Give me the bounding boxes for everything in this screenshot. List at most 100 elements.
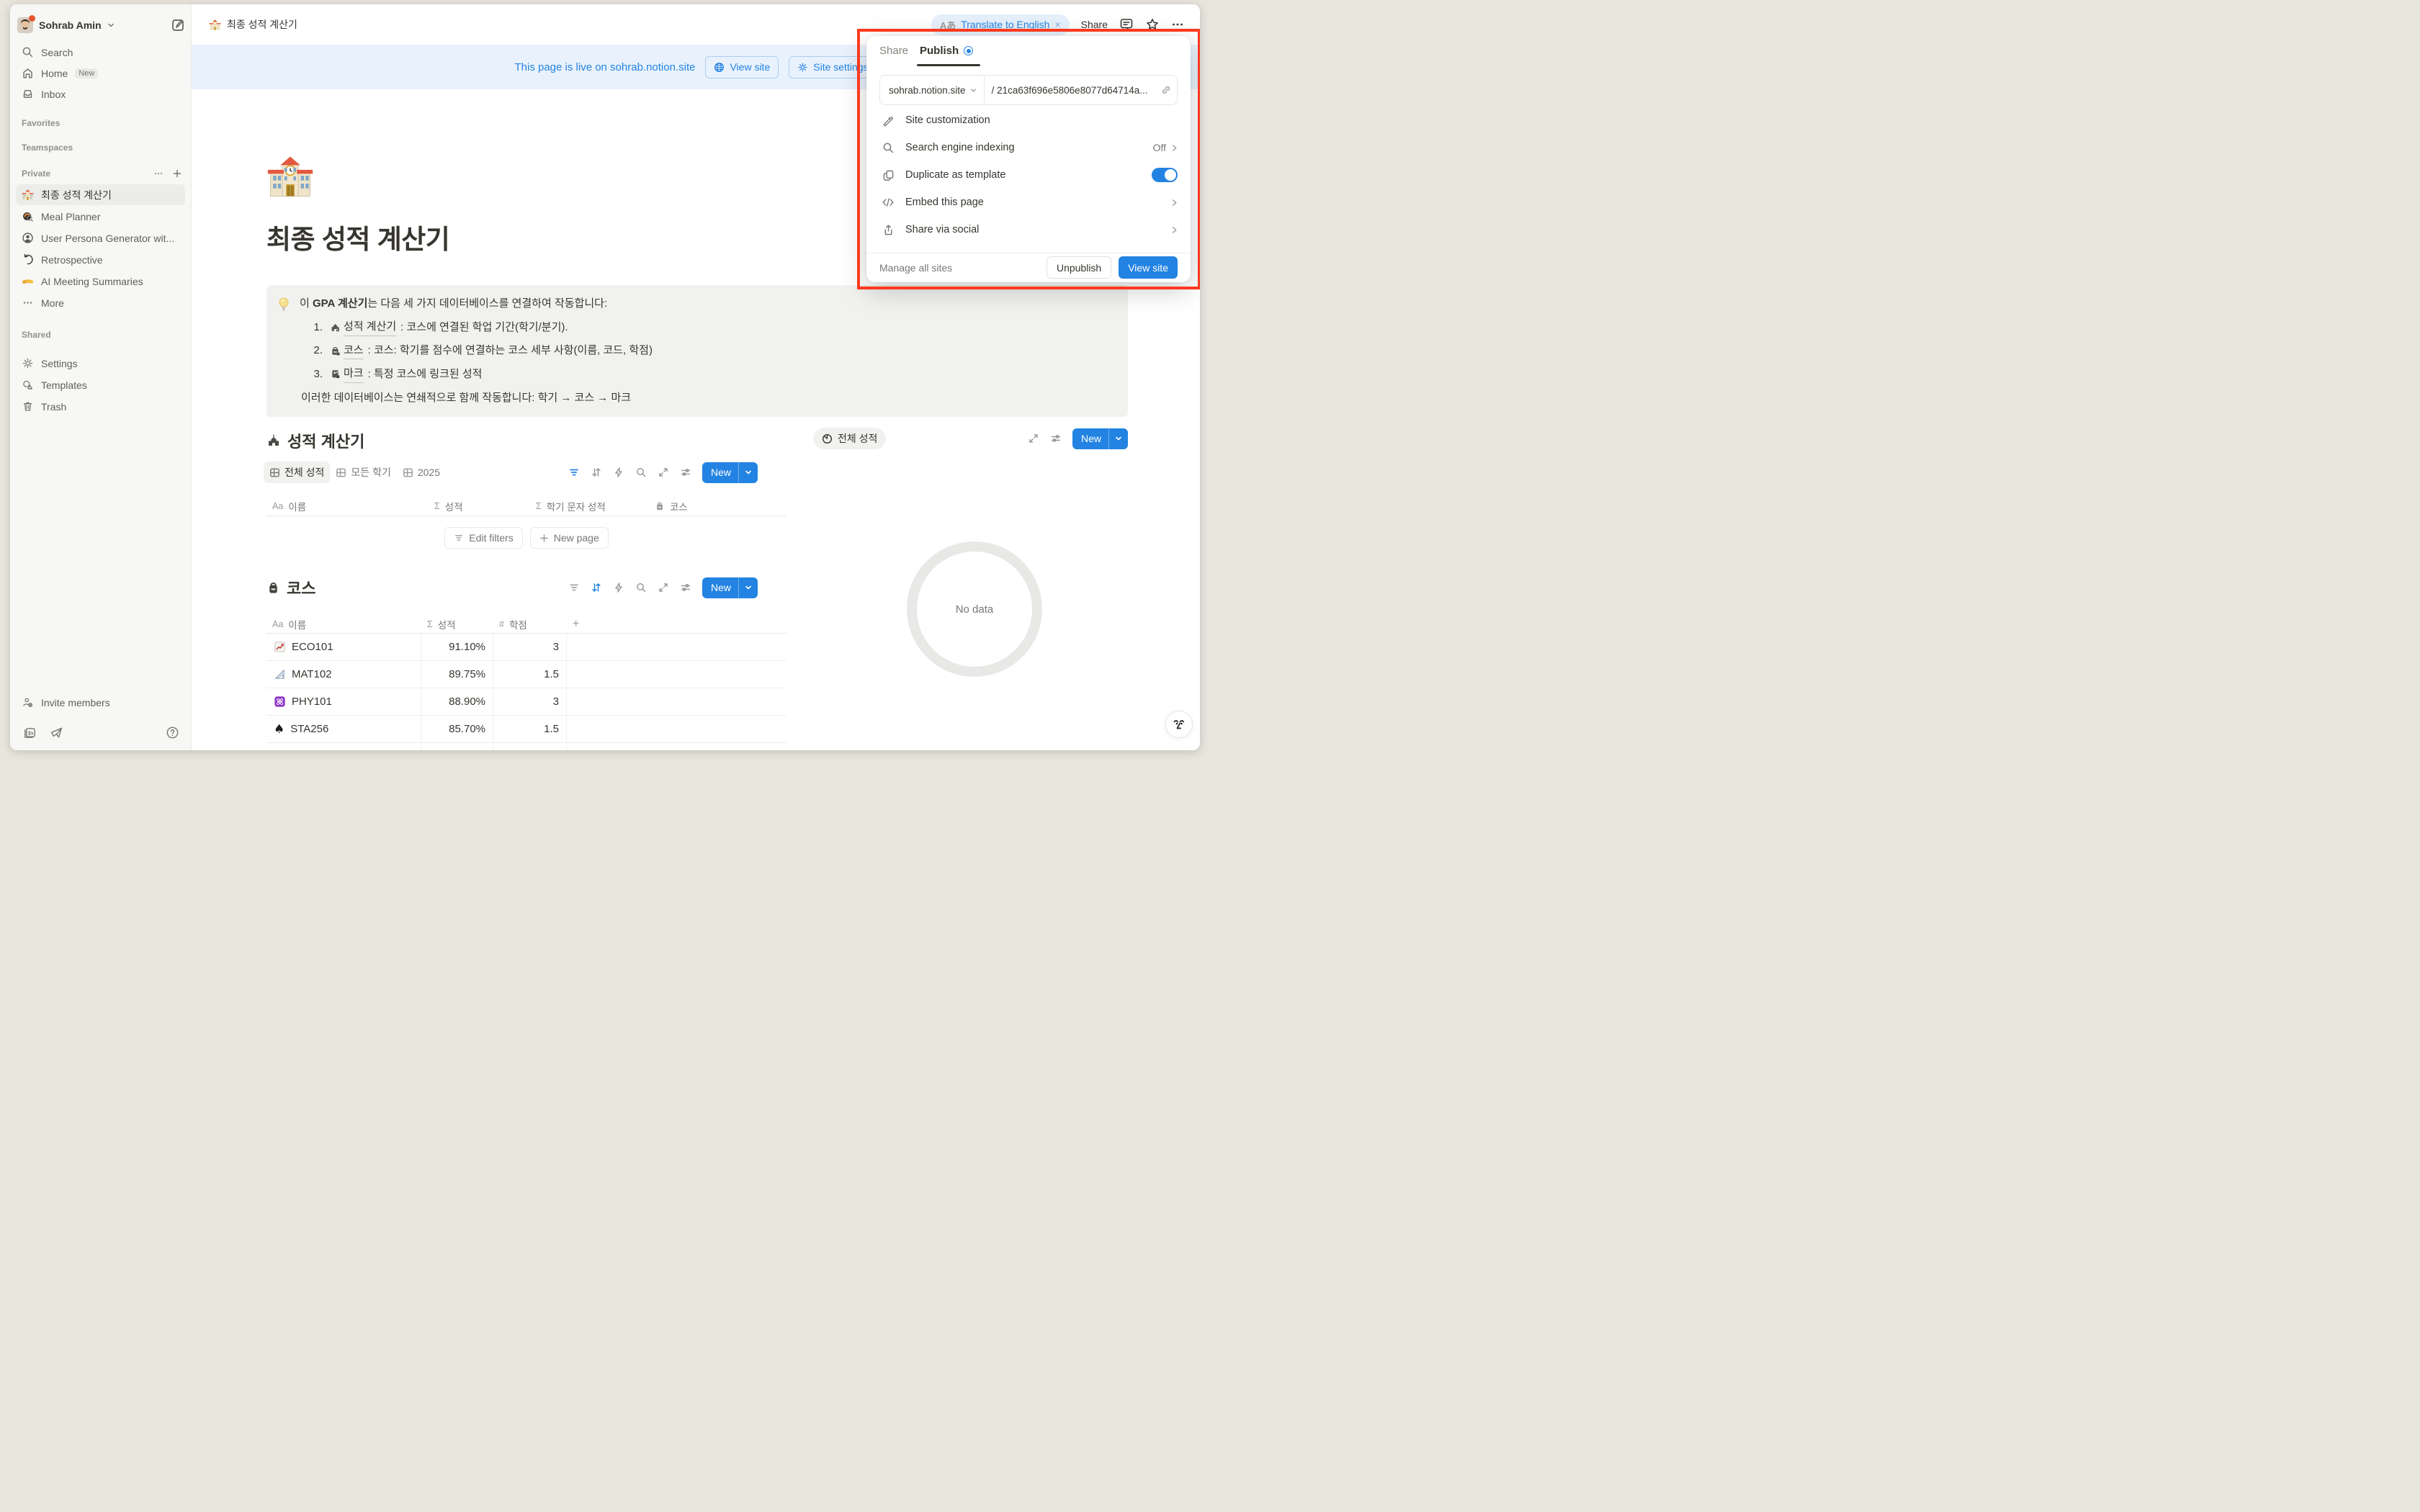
expand-icon[interactable] <box>658 582 669 593</box>
plus-icon[interactable] <box>172 168 182 179</box>
page-icon[interactable] <box>266 153 314 200</box>
empty-cell[interactable] <box>567 634 786 660</box>
column-header-letter-grade[interactable]: Σ학기 문자 성적 <box>530 497 649 516</box>
grades-new-button[interactable]: New <box>702 462 758 483</box>
view-tab-all-grades[interactable]: 전체 성적 <box>264 462 330 483</box>
calendar-icon[interactable] <box>23 726 37 739</box>
avatar[interactable] <box>17 17 33 33</box>
empty-cell[interactable] <box>567 661 786 688</box>
search-icon[interactable] <box>635 467 647 478</box>
table-row-eco101[interactable]: ECO101 91.10% 3 <box>266 634 786 661</box>
empty-cell[interactable] <box>567 716 786 742</box>
sidebar-item-meal-planner[interactable]: Meal Planner <box>16 206 185 227</box>
compose-icon[interactable] <box>171 18 185 32</box>
column-header-grade[interactable]: Σ성적 <box>429 497 530 516</box>
page-link[interactable]: 코스 <box>330 343 364 360</box>
table-row-mat102[interactable]: MAT102 89.75% 1.5 <box>266 661 786 688</box>
sort-icon[interactable] <box>591 467 602 478</box>
chevron-down-icon[interactable] <box>739 584 758 591</box>
sidebar-item-home[interactable]: Home New <box>16 63 185 84</box>
credits-cell[interactable]: 1.5 <box>493 716 567 742</box>
grade-cell[interactable]: 89.75% <box>421 661 493 688</box>
star-icon[interactable] <box>1145 17 1160 32</box>
page-link[interactable]: 성적 계산기 <box>330 319 396 336</box>
manage-all-sites-link[interactable]: Manage all sites <box>879 262 952 274</box>
table-row-sta256[interactable]: ♠ STA256 85.70% 1.5 <box>266 716 786 743</box>
dots-icon[interactable] <box>153 168 163 179</box>
sidebar-item-ai-meeting-summaries[interactable]: AI Meeting Summaries <box>16 271 185 292</box>
expand-icon[interactable] <box>658 467 669 478</box>
menu-item-duplicate-as-template[interactable]: Duplicate as template <box>866 161 1191 189</box>
grade-cell[interactable]: 85.70% <box>421 716 493 742</box>
automation-icon[interactable] <box>613 467 624 478</box>
menu-item-site-customization[interactable]: Site customization <box>866 107 1191 134</box>
credits-cell[interactable]: 3 <box>493 688 567 715</box>
section-label-teamspaces[interactable]: Teamspaces <box>22 143 73 153</box>
new-page-button[interactable]: New page <box>530 527 609 549</box>
section-label-shared[interactable]: Shared <box>22 330 51 340</box>
banner-view-site-button[interactable]: View site <box>705 56 779 78</box>
breadcrumb[interactable]: 최종 성적 계산기 <box>209 17 297 32</box>
column-header-credits[interactable]: #학점 <box>493 615 567 633</box>
view-tab-all-terms[interactable]: 모든 학기 <box>330 462 396 483</box>
settings-sliders-icon[interactable] <box>680 467 691 478</box>
notion-ai-button[interactable] <box>1165 711 1193 738</box>
menu-item-embed-this-page[interactable]: Embed this page <box>866 189 1191 216</box>
chart-new-button[interactable]: New <box>1072 428 1128 449</box>
section-label-favorites[interactable]: Favorites <box>22 118 60 128</box>
search-icon[interactable] <box>635 582 647 593</box>
page-link[interactable]: 마크 <box>330 366 364 383</box>
tab-share[interactable]: Share <box>879 45 908 57</box>
banner-site-settings-button[interactable]: Site settings <box>789 56 877 78</box>
chart-title-pill[interactable]: 전체 성적 <box>813 428 886 449</box>
sidebar-item-inbox[interactable]: Inbox <box>16 84 185 104</box>
sidebar-item-user-persona-generator[interactable]: User Persona Generator wit... <box>16 228 185 248</box>
sidebar-item-settings[interactable]: Settings <box>16 353 185 374</box>
automation-icon[interactable] <box>613 582 624 593</box>
share-button[interactable]: Share <box>1081 19 1108 30</box>
sidebar-item-search[interactable]: Search <box>16 42 185 63</box>
expand-icon[interactable] <box>1028 433 1039 444</box>
sidebar-item-retrospective[interactable]: Retrospective <box>16 249 185 270</box>
credits-cell[interactable]: 3 <box>493 634 567 660</box>
add-column-button[interactable]: + <box>567 615 610 633</box>
workspace-name[interactable]: Sohrab Amin <box>39 19 102 31</box>
page-path[interactable]: / 21ca63f696e5806e8077d64714a... <box>985 85 1155 96</box>
sidebar-item-templates[interactable]: Templates <box>16 374 185 395</box>
empty-cell[interactable] <box>567 688 786 715</box>
unpublish-button[interactable]: Unpublish <box>1047 256 1111 279</box>
table-row-phy101[interactable]: PHY101 88.90% 3 <box>266 688 786 716</box>
chevron-down-icon[interactable] <box>739 469 758 476</box>
sidebar-item-more[interactable]: More <box>16 292 185 313</box>
credits-cell[interactable]: 1.5 <box>493 661 567 688</box>
view-site-button[interactable]: View site <box>1119 256 1178 279</box>
edit-filters-button[interactable]: Edit filters <box>444 527 522 549</box>
menu-item-share-via-social[interactable]: Share via social <box>866 216 1191 243</box>
link-icon[interactable] <box>1155 84 1177 96</box>
courses-new-button[interactable]: New <box>702 577 758 598</box>
more-dots-icon[interactable] <box>1171 18 1184 31</box>
view-tab-2025[interactable]: 2025 <box>397 463 446 482</box>
duplicate-toggle[interactable] <box>1152 168 1178 182</box>
section-label-private[interactable]: Private <box>22 168 50 179</box>
paper-plane-icon[interactable] <box>50 726 63 739</box>
comments-icon[interactable] <box>1119 17 1134 32</box>
chevron-down-icon[interactable] <box>1109 435 1128 442</box>
domain-select[interactable]: sohrab.notion.site <box>880 85 984 96</box>
tab-publish[interactable]: Publish <box>920 45 973 57</box>
column-header-name[interactable]: Aa이름 <box>266 615 421 633</box>
settings-sliders-icon[interactable] <box>1050 433 1062 444</box>
grade-cell[interactable]: 88.90% <box>421 688 493 715</box>
menu-item-search-engine-indexing[interactable]: Search engine indexing Off <box>866 134 1191 161</box>
translate-pill[interactable]: Aあ Translate to English × <box>931 14 1070 35</box>
chevron-down-icon[interactable] <box>107 22 115 29</box>
column-header-grade[interactable]: Σ성적 <box>421 615 493 633</box>
column-header-name[interactable]: Aa이름 <box>266 497 429 516</box>
invite-members-button[interactable]: Invite members <box>16 692 185 713</box>
help-icon[interactable] <box>166 726 179 739</box>
sidebar-item-trash[interactable]: Trash <box>16 396 185 417</box>
filter-icon[interactable] <box>568 582 580 593</box>
grade-cell[interactable]: 91.10% <box>421 634 493 660</box>
close-icon[interactable]: × <box>1054 19 1060 30</box>
sort-icon[interactable] <box>591 582 602 593</box>
